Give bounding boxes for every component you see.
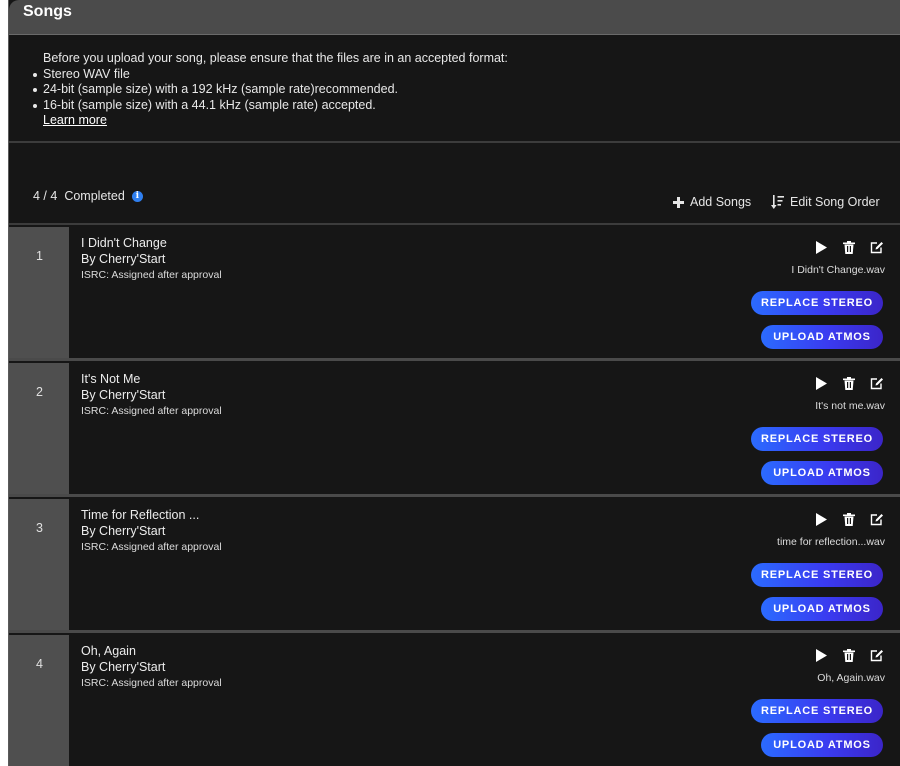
- song-row: 2 It's Not Me By Cherry'Start ISRC: Assi…: [9, 363, 900, 497]
- songs-panel: Songs Before you upload your song, pleas…: [8, 0, 900, 766]
- song-actions: [813, 239, 885, 255]
- upload-atmos-button[interactable]: UPLOAD ATMOS: [761, 325, 883, 349]
- requirements-list: Stereo WAV file 24-bit (sample size) wit…: [31, 67, 900, 114]
- requirement-item: Stereo WAV file: [33, 67, 900, 83]
- requirements-intro: Before you upload your song, please ensu…: [43, 51, 508, 65]
- completion-status: 4 / 4 Completed i: [33, 189, 143, 203]
- edit-song-order-button[interactable]: Edit Song Order: [771, 195, 880, 209]
- song-artist: By Cherry'Start: [81, 660, 166, 674]
- plus-icon: [673, 196, 684, 208]
- trash-icon[interactable]: [841, 375, 857, 391]
- song-details: I Didn't Change By Cherry'Start ISRC: As…: [69, 227, 900, 358]
- edit-order-label: Edit Song Order: [790, 195, 880, 209]
- trash-icon[interactable]: [841, 511, 857, 527]
- info-icon[interactable]: i: [131, 190, 143, 202]
- play-icon[interactable]: [813, 511, 829, 527]
- sort-icon: [771, 195, 784, 209]
- edit-icon[interactable]: [869, 239, 885, 255]
- song-title: Oh, Again: [81, 644, 136, 658]
- song-number: 1: [9, 227, 69, 358]
- add-songs-label: Add Songs: [690, 195, 752, 209]
- song-row: 3 Time for Reflection ... By Cherry'Star…: [9, 499, 900, 633]
- replace-stereo-button[interactable]: REPLACE STEREO: [751, 563, 883, 587]
- song-row: 4 Oh, Again By Cherry'Start ISRC: Assign…: [9, 635, 900, 766]
- upload-atmos-button[interactable]: UPLOAD ATMOS: [761, 461, 883, 485]
- trash-icon[interactable]: [841, 647, 857, 663]
- song-title: I Didn't Change: [81, 236, 167, 250]
- completed-count: 4 / 4: [33, 189, 58, 203]
- add-songs-button[interactable]: Add Songs: [673, 195, 751, 209]
- play-icon[interactable]: [813, 239, 829, 255]
- edit-icon[interactable]: [869, 647, 885, 663]
- upload-atmos-button[interactable]: UPLOAD ATMOS: [761, 733, 883, 757]
- page-title: Songs: [23, 3, 72, 20]
- trash-icon[interactable]: [841, 239, 857, 255]
- songs-toolbar: 4 / 4 Completed i Add Songs Edit Song Or…: [9, 143, 900, 225]
- song-actions: [813, 375, 885, 391]
- replace-stereo-button[interactable]: REPLACE STEREO: [751, 291, 883, 315]
- song-isrc: ISRC: Assigned after approval: [81, 269, 222, 281]
- play-icon[interactable]: [813, 375, 829, 391]
- learn-more-link[interactable]: Learn more: [31, 113, 107, 127]
- file-name: It's not me.wav: [815, 400, 885, 412]
- upload-atmos-button[interactable]: UPLOAD ATMOS: [761, 597, 883, 621]
- song-isrc: ISRC: Assigned after approval: [81, 677, 222, 689]
- song-actions: [813, 647, 885, 663]
- song-row: 1 I Didn't Change By Cherry'Start ISRC: …: [9, 227, 900, 361]
- edit-icon[interactable]: [869, 511, 885, 527]
- song-artist: By Cherry'Start: [81, 388, 166, 402]
- song-isrc: ISRC: Assigned after approval: [81, 541, 222, 553]
- play-icon[interactable]: [813, 647, 829, 663]
- song-title: It's Not Me: [81, 372, 141, 386]
- song-number: 2: [9, 363, 69, 494]
- requirement-item: 24-bit (sample size) with a 192 kHz (sam…: [33, 82, 900, 98]
- song-number: 4: [9, 635, 69, 766]
- song-actions: [813, 511, 885, 527]
- song-details: Oh, Again By Cherry'Start ISRC: Assigned…: [69, 635, 900, 766]
- edit-icon[interactable]: [869, 375, 885, 391]
- file-name: Oh, Again.wav: [817, 672, 885, 684]
- format-requirements: Before you upload your song, please ensu…: [9, 35, 900, 143]
- requirement-item: 16-bit (sample size) with a 44.1 kHz (sa…: [33, 98, 900, 114]
- completed-label: Completed: [64, 189, 125, 203]
- replace-stereo-button[interactable]: REPLACE STEREO: [751, 427, 883, 451]
- song-details: Time for Reflection ... By Cherry'Start …: [69, 499, 900, 630]
- song-artist: By Cherry'Start: [81, 524, 166, 538]
- song-artist: By Cherry'Start: [81, 252, 166, 266]
- file-name: I Didn't Change.wav: [791, 264, 885, 276]
- song-isrc: ISRC: Assigned after approval: [81, 405, 222, 417]
- file-name: time for reflection...wav: [777, 536, 885, 548]
- song-number: 3: [9, 499, 69, 630]
- replace-stereo-button[interactable]: REPLACE STEREO: [751, 699, 883, 723]
- song-title: Time for Reflection ...: [81, 508, 200, 522]
- panel-header: Songs: [9, 0, 900, 35]
- song-details: It's Not Me By Cherry'Start ISRC: Assign…: [69, 363, 900, 494]
